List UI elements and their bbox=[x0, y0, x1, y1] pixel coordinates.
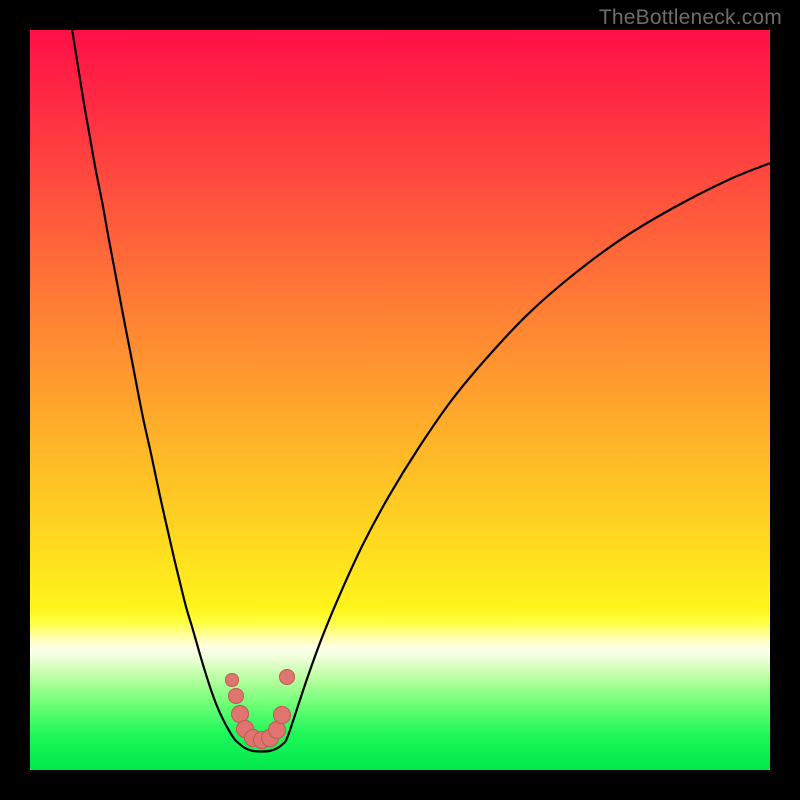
data-marker bbox=[225, 673, 239, 687]
watermark-text: TheBottleneck.com bbox=[599, 6, 782, 30]
curve-left-branch bbox=[72, 30, 237, 742]
data-marker bbox=[273, 706, 291, 724]
chart-frame: TheBottleneck.com bbox=[0, 0, 800, 800]
curve-right-branch bbox=[285, 163, 770, 742]
plot-area bbox=[30, 30, 770, 770]
curve-layer bbox=[30, 30, 770, 770]
data-marker bbox=[279, 669, 295, 685]
data-marker bbox=[228, 688, 244, 704]
